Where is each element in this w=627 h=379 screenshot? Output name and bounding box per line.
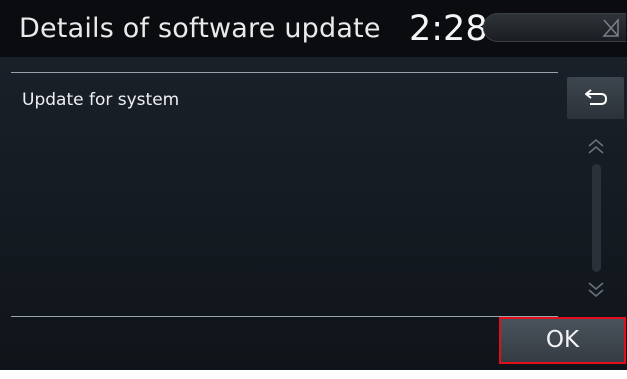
clock: 2:28 — [409, 9, 488, 49]
back-button[interactable] — [567, 77, 624, 119]
chevron-down-icon[interactable] — [585, 277, 607, 301]
no-signal-icon — [602, 18, 619, 37]
page-title: Details of software update — [19, 13, 381, 44]
screen: Details of software update 2:28 Update f… — [0, 0, 627, 379]
chevron-up-icon[interactable] — [585, 135, 607, 159]
scrollbar-track[interactable] — [592, 164, 601, 272]
bottom-margin — [0, 370, 627, 379]
divider-bottom — [11, 316, 558, 317]
back-arrow-icon — [585, 89, 608, 105]
ok-button[interactable]: OK — [499, 317, 626, 364]
header-bar: Details of software update 2:28 — [0, 0, 627, 57]
update-item-label: Update for system — [22, 90, 180, 110]
divider-top — [11, 72, 558, 73]
